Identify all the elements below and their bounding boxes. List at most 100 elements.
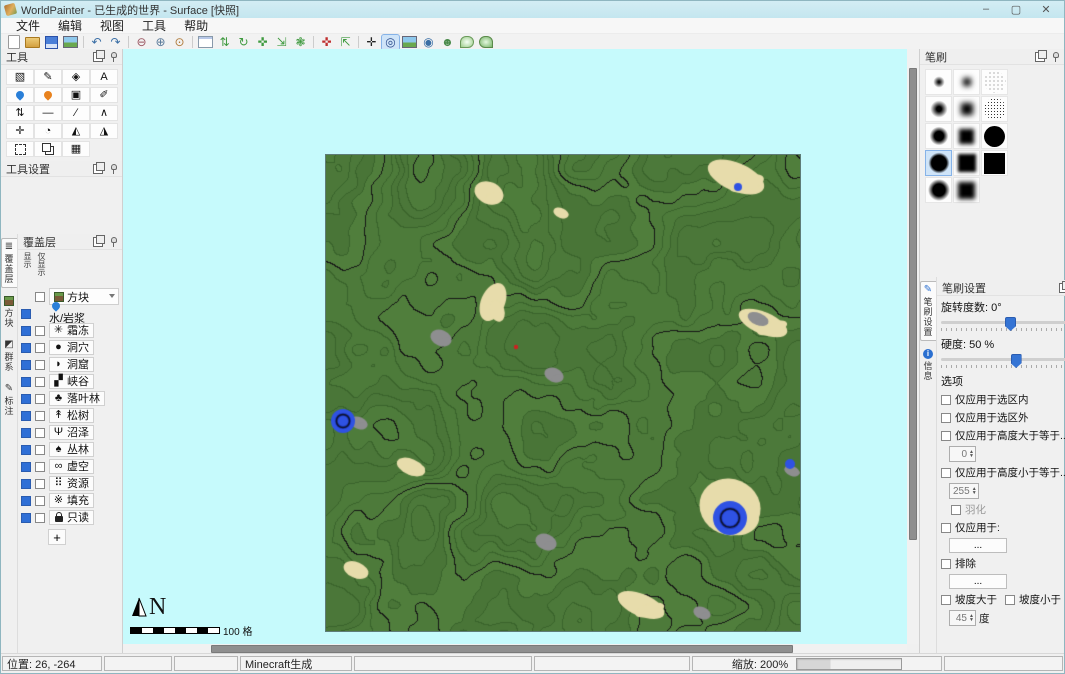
choose-layer-button[interactable]: ... [949, 574, 1007, 589]
new-world-icon[interactable] [5, 35, 22, 50]
float-panel-icon[interactable] [1059, 283, 1065, 293]
horizontal-scrollbar-thumb[interactable] [211, 645, 793, 653]
spinner-arrows[interactable]: ▲▼ [969, 450, 974, 458]
layer-show-checkbox[interactable] [21, 513, 31, 523]
vertical-scrollbar-thumb[interactable] [909, 68, 917, 540]
layer-button-霜冻[interactable]: ✳霜冻 [49, 323, 94, 338]
world-properties-icon[interactable] [197, 35, 214, 50]
raise-lower-tool[interactable]: ⇅ [6, 105, 34, 121]
medium-circle-brush[interactable] [925, 123, 952, 149]
menu-视图[interactable]: 视图 [91, 17, 133, 34]
shift-world-icon[interactable]: ⇅ [216, 35, 233, 50]
rotate-light-tool[interactable]: ◔ [34, 123, 62, 139]
layer-solo-checkbox[interactable] [35, 411, 45, 421]
dock-tab-标注[interactable]: ✎标注 [1, 380, 18, 420]
pin-panel-icon[interactable] [110, 52, 117, 62]
option-checkbox[interactable] [941, 413, 951, 423]
layer-button-峡谷[interactable]: ▞峡谷 [49, 374, 94, 389]
spinner-arrows[interactable]: ▲▼ [972, 487, 977, 495]
layer-solo-checkbox[interactable] [35, 445, 45, 455]
save-world-icon[interactable] [43, 35, 60, 50]
move-world-icon[interactable]: ✜ [254, 35, 271, 50]
option-checkbox[interactable] [951, 505, 961, 515]
option-checkbox[interactable] [941, 559, 951, 569]
add-layer-button[interactable]: + [48, 529, 66, 545]
layer-show-checkbox[interactable] [21, 377, 31, 387]
option-spinner[interactable]: 0▲▼ [949, 446, 976, 462]
player-view-icon[interactable]: ☻ [439, 35, 456, 50]
open-world-icon[interactable] [24, 35, 41, 50]
layer-solo-checkbox[interactable] [35, 428, 45, 438]
layer-solo-checkbox[interactable] [35, 360, 45, 370]
tiny-soft-square-brush[interactable] [953, 69, 980, 95]
option-spinner[interactable]: 45▲▼ [949, 610, 976, 626]
option-checkbox[interactable] [941, 523, 951, 533]
float-panel-icon[interactable] [93, 164, 103, 174]
dock-tab-方块[interactable]: 方块 [1, 292, 18, 332]
layer-show-checkbox[interactable] [21, 360, 31, 370]
view-eye-icon[interactable]: ◉ [420, 35, 437, 50]
layer-show-checkbox[interactable] [21, 428, 31, 438]
spinner-arrows[interactable]: ▲▼ [969, 614, 974, 622]
pin-panel-icon[interactable] [1052, 52, 1059, 62]
layer-solo-checkbox[interactable] [35, 292, 45, 302]
fading-circle-brush[interactable] [925, 177, 952, 203]
layer-solo-checkbox[interactable] [35, 513, 45, 523]
view-spawn-icon[interactable]: ◎ [382, 35, 399, 50]
flood-fill-tool[interactable]: ◈ [62, 69, 90, 85]
text-tool[interactable]: A [90, 69, 118, 85]
redo-icon[interactable]: ↷ [107, 35, 124, 50]
layer-button-丛林[interactable]: ♠丛林 [49, 442, 94, 457]
dock-tab-覆盖层[interactable]: ≣覆盖层 [1, 238, 18, 288]
zoom-reset-icon[interactable]: ⊙ [171, 35, 188, 50]
expand-world-icon[interactable]: ⇲ [273, 35, 290, 50]
map-viewport[interactable]: N 100 格 [123, 49, 907, 644]
rotation-slider[interactable] [941, 317, 1065, 333]
terrain-stamp-tool[interactable]: ▣ [62, 87, 90, 103]
layer-show-checkbox[interactable] [21, 445, 31, 455]
float-panel-icon[interactable] [93, 52, 103, 62]
layer-show-checkbox[interactable] [21, 462, 31, 472]
raise-pyramid-tool[interactable]: ◭ [62, 123, 90, 139]
minimize-button[interactable]: – [978, 3, 994, 16]
tiny-soft-circle-brush[interactable] [925, 69, 952, 95]
layer-show-checkbox[interactable] [21, 496, 31, 506]
raise-mountain-tool[interactable]: ∧ [90, 105, 118, 121]
zoom-out-icon[interactable]: ⊖ [133, 35, 150, 50]
layer-show-checkbox[interactable] [21, 343, 31, 353]
layer-solo-checkbox[interactable] [35, 394, 45, 404]
option-checkbox[interactable] [941, 468, 951, 478]
pan-icon[interactable]: ✛ [363, 35, 380, 50]
terrain-type-combo[interactable]: 方块 [49, 288, 119, 305]
layer-solo-checkbox[interactable] [35, 496, 45, 506]
spawn-marker-icon[interactable]: ✜ [318, 35, 335, 50]
menu-编辑[interactable]: 编辑 [49, 17, 91, 34]
rotate-world-icon[interactable]: ↻ [235, 35, 252, 50]
soft-circle-brush[interactable] [925, 96, 952, 122]
layer-button-洞窟[interactable]: ◗洞窟 [49, 357, 94, 372]
sparse-noise-brush[interactable] [981, 69, 1008, 95]
eye-dropper-tool[interactable]: ◮ [90, 123, 118, 139]
map-canvas[interactable] [326, 155, 800, 631]
flatten-tool[interactable]: — [34, 105, 62, 121]
layer-show-checkbox[interactable] [21, 394, 31, 404]
medium-square-brush[interactable] [953, 123, 980, 149]
float-panel-icon[interactable] [93, 237, 103, 247]
option-spinner[interactable]: 255▲▼ [949, 483, 979, 499]
selection-tool[interactable] [6, 141, 34, 157]
undo-icon[interactable]: ↶ [88, 35, 105, 50]
menu-文件[interactable]: 文件 [7, 17, 49, 34]
option-checkbox[interactable] [941, 595, 951, 605]
layer-solo-checkbox[interactable] [35, 343, 45, 353]
pin-panel-icon[interactable] [110, 164, 117, 174]
callout-icon[interactable] [458, 35, 475, 50]
dither-tool[interactable]: ▦ [62, 141, 90, 157]
layer-button-松树[interactable]: ↟松树 [49, 408, 94, 423]
layer-button-只读[interactable]: 只读 [49, 510, 94, 525]
lava-flood-tool[interactable] [34, 87, 62, 103]
layer-button-落叶林[interactable]: ♣落叶林 [49, 391, 105, 406]
sponge-tool[interactable]: ▧ [6, 69, 34, 85]
layer-show-checkbox[interactable] [21, 309, 31, 319]
layer-solo-checkbox[interactable] [35, 462, 45, 472]
water-flood-tool[interactable] [6, 87, 34, 103]
